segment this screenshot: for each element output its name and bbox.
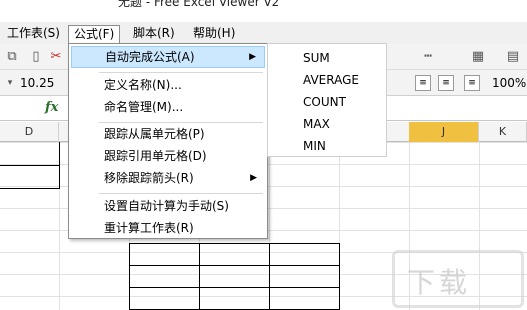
autocomplete-submenu: SUM AVERAGE COUNT MAX MIN — [267, 43, 387, 157]
font-size-box[interactable]: 10.25 — [20, 76, 54, 90]
menu-worksheet[interactable]: 工作表(S) — [2, 25, 65, 43]
table-border — [339, 243, 340, 310]
line-style-icon[interactable]: ┅ — [420, 49, 436, 65]
menu-script[interactable]: 脚本(R) — [128, 25, 180, 43]
dropdown-arrow-icon[interactable]: ▾ — [2, 75, 18, 91]
watermark-logo: 下载 — [392, 250, 524, 308]
formula-menu-dropdown: 自动完成公式(A) ▶ 定义名称(N)... 命名管理(M)... 跟踪从属单元… — [68, 43, 268, 239]
menu-item-define-name[interactable]: 定义名称(N)... — [71, 74, 265, 96]
table-border — [129, 243, 340, 244]
align-left-icon[interactable]: ≡ — [415, 75, 431, 91]
title-bar: 无题 - Free Excel Viewer V2 — [0, 0, 527, 20]
menu-item-label: 自动完成公式(A) — [105, 50, 195, 64]
column-header-k[interactable]: K — [479, 122, 527, 142]
table-border — [269, 243, 270, 310]
menu-item-remove-arrows[interactable]: 移除跟踪箭头(R) ▶ — [71, 167, 265, 189]
menu-item-trace-precedents[interactable]: 跟踪引用单元格(D) — [71, 145, 265, 167]
zoom-level[interactable]: 100% — [492, 76, 526, 90]
function-average[interactable]: AVERAGE — [303, 69, 359, 91]
align-right-icon[interactable]: ≡ — [464, 75, 480, 91]
document-icon[interactable]: ▯ — [28, 49, 44, 65]
cell-border — [0, 165, 60, 166]
align-center-icon[interactable]: ≡ — [438, 75, 454, 91]
fx-icon[interactable]: fx — [45, 100, 58, 115]
menu-formula[interactable]: 公式(F) — [68, 25, 121, 43]
menu-item-autocomplete-formula[interactable]: 自动完成公式(A) ▶ — [71, 46, 265, 68]
column-header-d[interactable]: D — [0, 122, 59, 142]
menu-item-name-manager[interactable]: 命名管理(M)... — [71, 96, 265, 118]
function-sum[interactable]: SUM — [303, 47, 330, 69]
cut-icon[interactable]: ✂ — [48, 49, 64, 65]
table-border — [129, 243, 130, 310]
fill-icon[interactable]: ▤ — [505, 49, 521, 65]
copy-icon[interactable]: ⧉ — [4, 49, 20, 65]
menu-help[interactable]: 帮助(H) — [188, 25, 240, 43]
menu-separator — [99, 193, 263, 194]
cell-border — [59, 142, 60, 188]
function-count[interactable]: COUNT — [303, 91, 346, 113]
window-title: 无题 - Free Excel Viewer V2 — [118, 0, 280, 9]
menu-item-manual-calc[interactable]: 设置自动计算为手动(S) — [71, 195, 265, 217]
submenu-arrow-icon: ▶ — [249, 52, 256, 62]
menu-item-label: 移除跟踪箭头(R) — [104, 171, 194, 185]
menu-separator — [99, 72, 263, 73]
grid-lines-icon[interactable]: ▦ — [470, 49, 486, 65]
menu-item-trace-dependents[interactable]: 跟踪从属单元格(P) — [71, 123, 265, 145]
menu-bar: 工作表(S) 公式(F) 脚本(R) 帮助(H) — [0, 22, 527, 44]
function-min[interactable]: MIN — [303, 135, 326, 157]
menu-item-recalculate-sheet[interactable]: 重计算工作表(R) — [71, 217, 265, 239]
table-border — [129, 265, 340, 266]
table-border — [129, 287, 340, 288]
function-max[interactable]: MAX — [303, 113, 330, 135]
table-border — [199, 243, 200, 310]
submenu-arrow-icon: ▶ — [250, 173, 257, 183]
column-header-j[interactable]: J — [409, 122, 479, 142]
cell-border — [0, 188, 60, 189]
